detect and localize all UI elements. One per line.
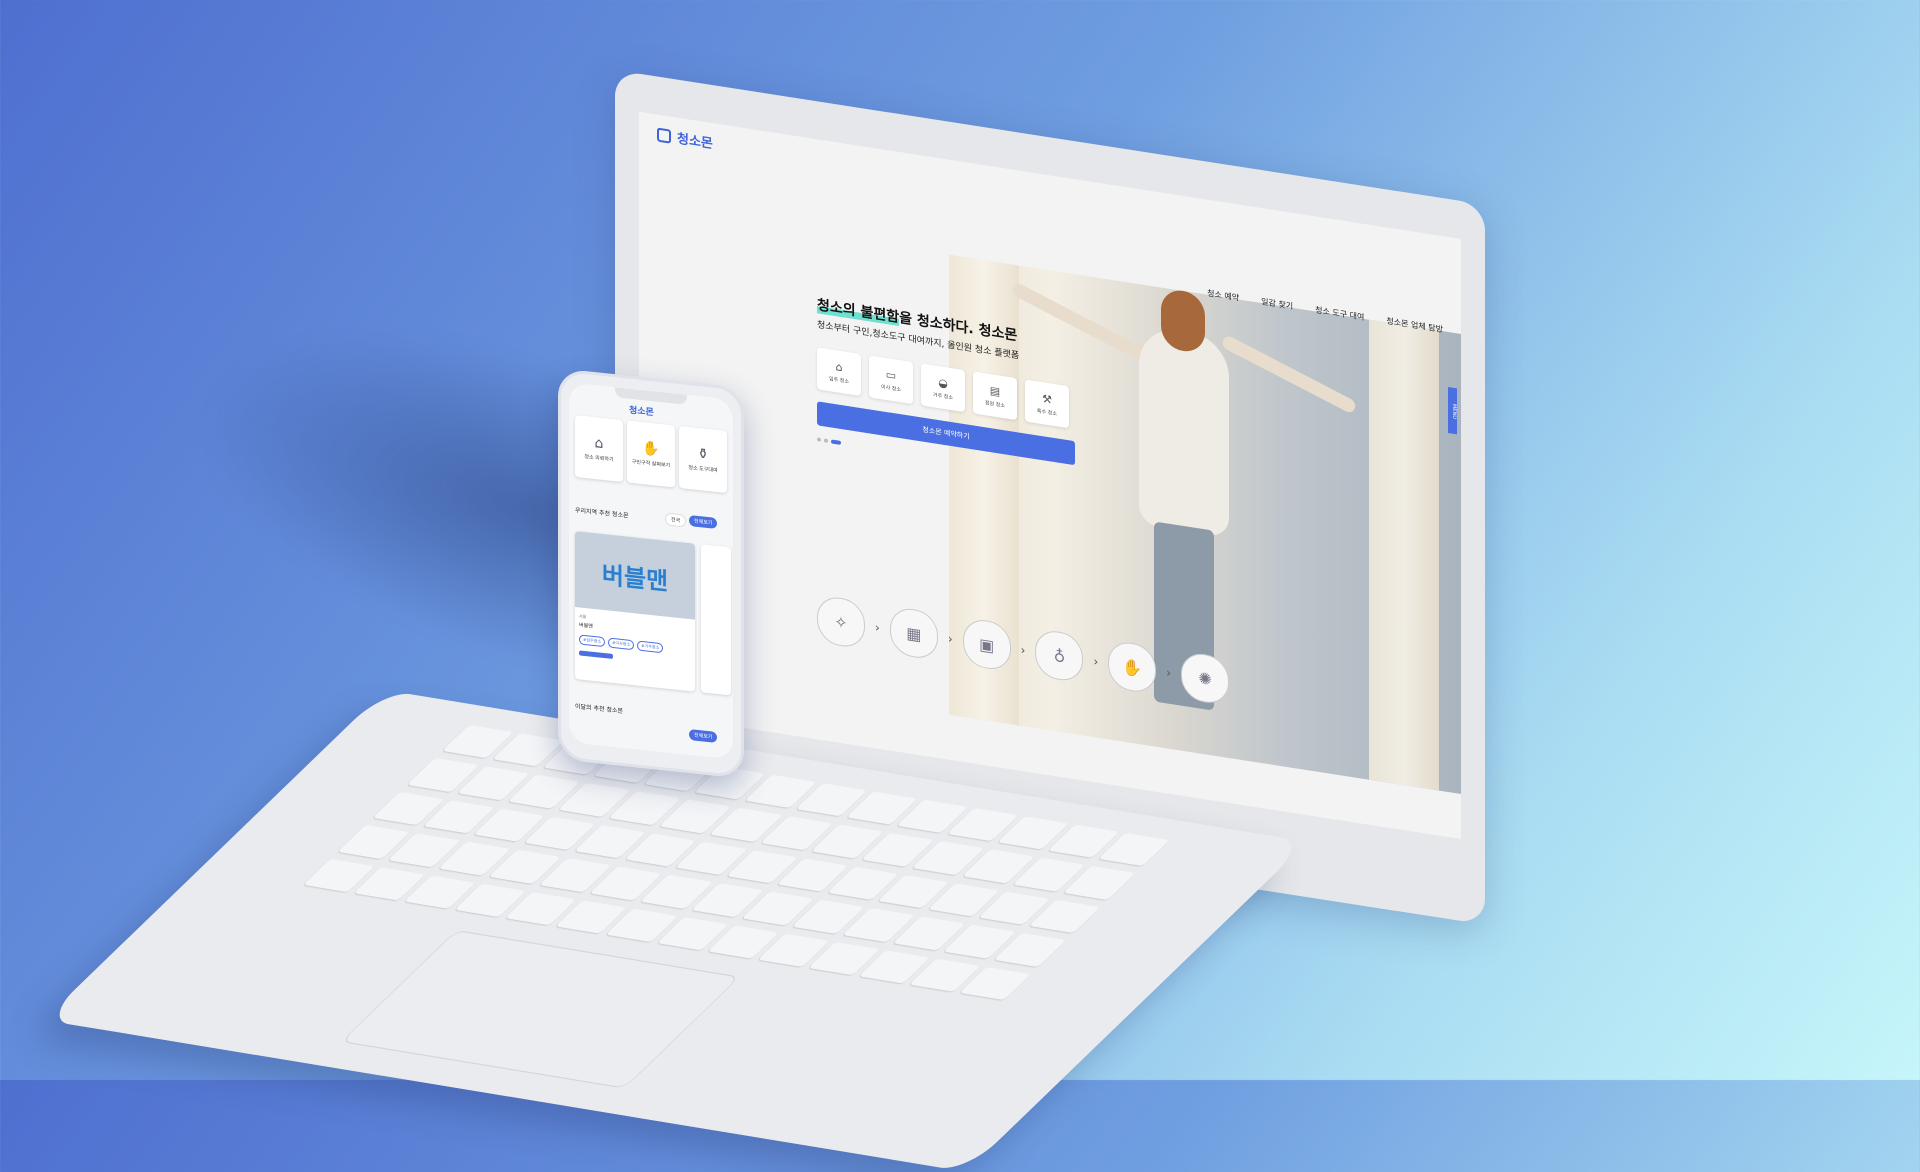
spray-icon: ⚱ [697,445,709,464]
region-chip[interactable]: 전국 [665,512,687,528]
phone-category-label: 구인구직 살펴보기 [631,458,671,470]
sparkle-icon: ✺ [1181,650,1230,707]
calendar-icon: ▣ [962,616,1011,673]
carousel-dots [817,437,841,445]
person-body [1139,324,1229,539]
hand-icon: ✋ [642,440,660,458]
tag[interactable]: #입주청소 [579,634,606,648]
category-card[interactable]: ⚒ 특수 청소 [1025,379,1069,429]
rating-bar [579,650,613,660]
company-card-next[interactable] [701,544,731,696]
person-arm [1010,281,1148,363]
category-card[interactable]: ⌂ 입주 청소 [817,347,861,397]
chevron-right-icon: › [1093,654,1099,669]
chevron-right-icon: › [1166,665,1172,681]
category-label: 특수 청소 [1037,407,1057,417]
people-icon: ♁ [1035,628,1084,684]
tag[interactable]: #이사청소 [608,637,635,651]
person-arm [1220,334,1358,415]
chevron-right-icon: › [875,620,880,635]
phone-category-label: 청소 도구대여 [688,464,718,474]
tag[interactable]: #거주청소 [637,640,664,654]
tools-icon: ⚒ [1042,391,1052,407]
category-card[interactable]: ◒ 거주 청소 [921,363,965,413]
phone-category-list: ⌂ 청소 의뢰하기 ✋ 구인구직 살펴보기 ⚱ 청소 도구대여 [575,415,727,493]
hand-icon: ✋ [1108,639,1157,695]
truck-icon: ▭ [885,367,897,383]
section-title-monthly: 이달의 추천 청소몬 [575,703,623,716]
carousel-dot[interactable] [817,437,821,442]
phone-notch [615,387,687,405]
chevron-right-icon: › [947,631,953,647]
logo-text: 청소몬 [677,131,713,153]
category-label: 정원 청소 [985,399,1005,409]
menu-tab[interactable]: MENU [1448,386,1457,435]
phone-category-label: 청소 의뢰하기 [584,453,614,464]
carousel-dot[interactable] [824,438,828,443]
phone-device: 청소몬 ⌂ 청소 의뢰하기 ✋ 구인구직 살펴보기 ⚱ 청소 도구대여 우리지역… [558,368,744,779]
section-title-local: 우리지역 추천 청소몬 [575,507,629,520]
curtain-right [1369,319,1439,791]
category-label: 입주 청소 [829,375,849,385]
category-card[interactable]: ▤ 정원 청소 [973,371,1017,421]
phone-category-card[interactable]: ✋ 구인구직 살펴보기 [627,420,675,488]
trackpad [340,929,741,1089]
category-label: 거주 청소 [933,391,953,401]
hero-image [949,254,1461,794]
cleaning-icon: ✧ [817,594,865,650]
carousel-dot-active[interactable] [831,439,841,445]
phone-screen: 청소몬 ⌂ 청소 의뢰하기 ✋ 구인구직 살펴보기 ⚱ 청소 도구대여 우리지역… [569,382,733,760]
view-all-button[interactable]: 전체보기 [689,514,718,529]
company-image: 버블맨 [575,531,695,620]
bag-icon: ▤ [989,383,1001,399]
site-logo[interactable]: 청소몬 [657,125,713,153]
phone-logo[interactable]: 청소몬 [629,403,654,419]
category-label: 이사 청소 [881,383,901,393]
sofa-icon: ◒ [938,375,948,391]
phone-category-card[interactable]: ⚱ 청소 도구대여 [679,425,727,493]
laptop-screen: 청소몬 청소 예약 일감 찾기 청소 도구 대여 청소몬 업체 탐방 MENU … [639,111,1461,839]
logo-icon [657,127,671,144]
phone-category-card[interactable]: ⌂ 청소 의뢰하기 [575,415,623,483]
company-card[interactable]: 버블맨 서울 버블맨 #입주청소 #이사청소 #거주청소 [575,531,695,692]
house-icon: ⌂ [835,359,843,374]
view-all-button-2[interactable]: 전체보기 [689,728,718,743]
chevron-right-icon: › [1020,642,1026,658]
house-icon: ⌂ [594,435,604,453]
board-icon: ▦ [889,605,938,661]
category-card[interactable]: ▭ 이사 청소 [869,355,913,405]
